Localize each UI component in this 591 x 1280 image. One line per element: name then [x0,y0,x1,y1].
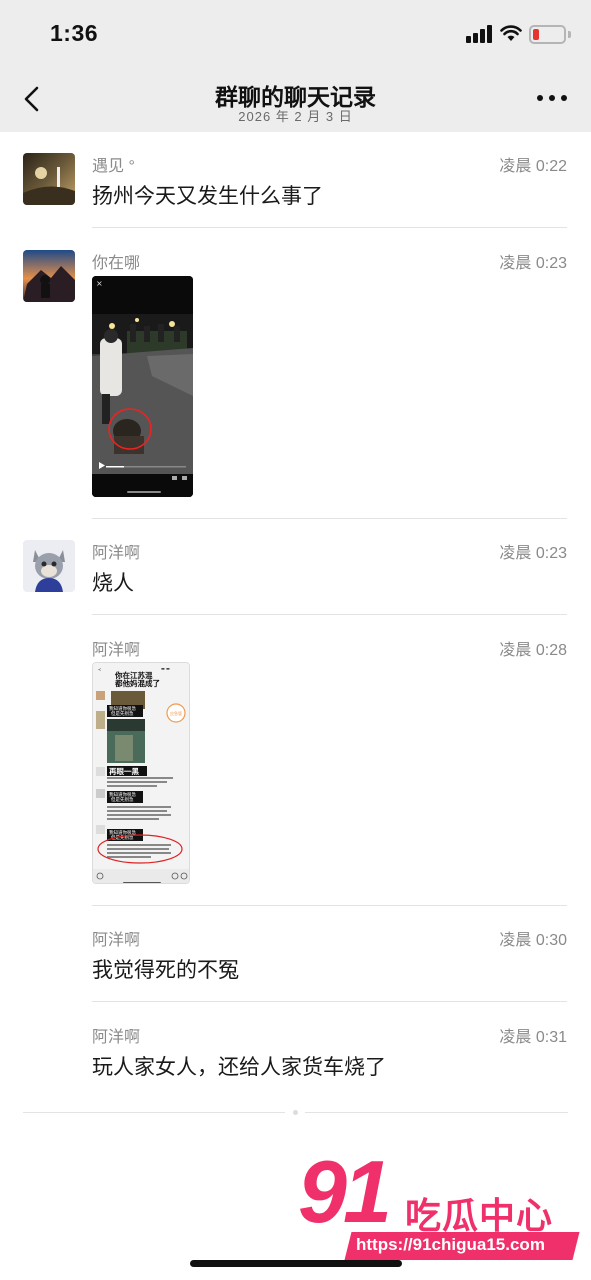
svg-text:我知道你很急: 我知道你很急 [109,791,136,798]
svg-text:×: × [96,279,103,288]
message-text: 玩人家女人，还给人家货车烧了 [92,1056,386,1079]
message-text: 扬州今天又发生什么事了 [92,185,323,208]
avatar[interactable] [23,250,75,302]
nav-bar: 群聊的聊天记录 2026 年 2 月 3 日 [0,66,591,132]
message-item: 遇见 ° 凌晨 0:22 扬州今天又发生什么事了 [0,150,591,230]
image-title-2: 都他妈混成了 [114,678,160,688]
divider [92,905,567,906]
message-item: 阿洋啊 凌晨 0:30 我觉得死的不冤 [0,924,591,1004]
svg-text:<: < [98,667,101,672]
battery-level [533,29,539,40]
sender-name: 遇见 ° [92,158,135,175]
status-time: 1:36 [50,20,99,46]
watermark-url: https://91chigua15.com [356,1235,545,1254]
divider [92,227,567,228]
divider [92,518,567,519]
sender-name: 阿洋啊 [92,932,141,949]
sender-name: 阿洋啊 [92,642,141,659]
message-item: 阿洋啊 凌晨 0:23 烧人 [0,537,591,617]
message-item: 阿洋啊 凌晨 0:31 玩人家女人，还给人家货车烧了 [0,1021,591,1101]
battery-icon [529,25,566,44]
message-text: 我觉得死的不冤 [92,959,239,982]
image-heading: 再眼一黑 [109,766,139,776]
svg-text:应急管: 应急管 [170,710,182,716]
sender-name: 阿洋啊 [92,1029,141,1046]
avatar[interactable] [23,540,75,592]
message-text: 烧人 [92,572,134,595]
sender-name: 你在哪 [92,255,141,272]
message-time: 凌晨 0:30 [499,932,567,949]
home-indicator[interactable] [190,1260,402,1267]
divider [92,1001,567,1002]
sender-name: 阿洋啊 [92,545,141,562]
message-time: 凌晨 0:31 [499,1029,567,1046]
more-dots-icon[interactable] [535,88,569,108]
wifi-icon [500,25,522,41]
watermark-logo-number: 91 [298,1142,392,1241]
divider [92,614,567,615]
battery-cap [568,31,571,38]
svg-text:但是先别急: 但是先别急 [111,796,134,803]
message-time: 凌晨 0:23 [499,255,567,272]
image-thumbnail[interactable]: < ▬ ▬ 你在江苏混 都他妈混成了 我知道你很急 但是先别急 应急管 再眼一黑… [92,662,190,884]
message-time: 凌晨 0:22 [499,158,567,175]
svg-text:▬ ▬: ▬ ▬ [161,666,170,671]
message-time: 凌晨 0:28 [499,642,567,659]
end-divider-left [23,1112,285,1113]
end-divider-right [305,1112,568,1113]
message-time: 凌晨 0:23 [499,545,567,562]
svg-text:我知道你很急: 我知道你很急 [109,705,136,712]
video-thumbnail[interactable]: × [92,276,193,497]
signal-icon [466,25,492,43]
message-item: 阿洋啊 凌晨 0:28 < ▬ ▬ 你在江苏混 都他妈混成了 我知道你很急 但是… [0,634,591,906]
page-subtitle: 2026 年 2 月 3 日 [238,109,353,124]
message-item: 你在哪 凌晨 0:23 × [0,247,591,519]
status-bar: 1:36 [0,0,591,66]
end-divider-dot [293,1110,298,1115]
svg-text:但是先别急: 但是先别急 [111,710,134,717]
avatar[interactable] [23,153,75,205]
